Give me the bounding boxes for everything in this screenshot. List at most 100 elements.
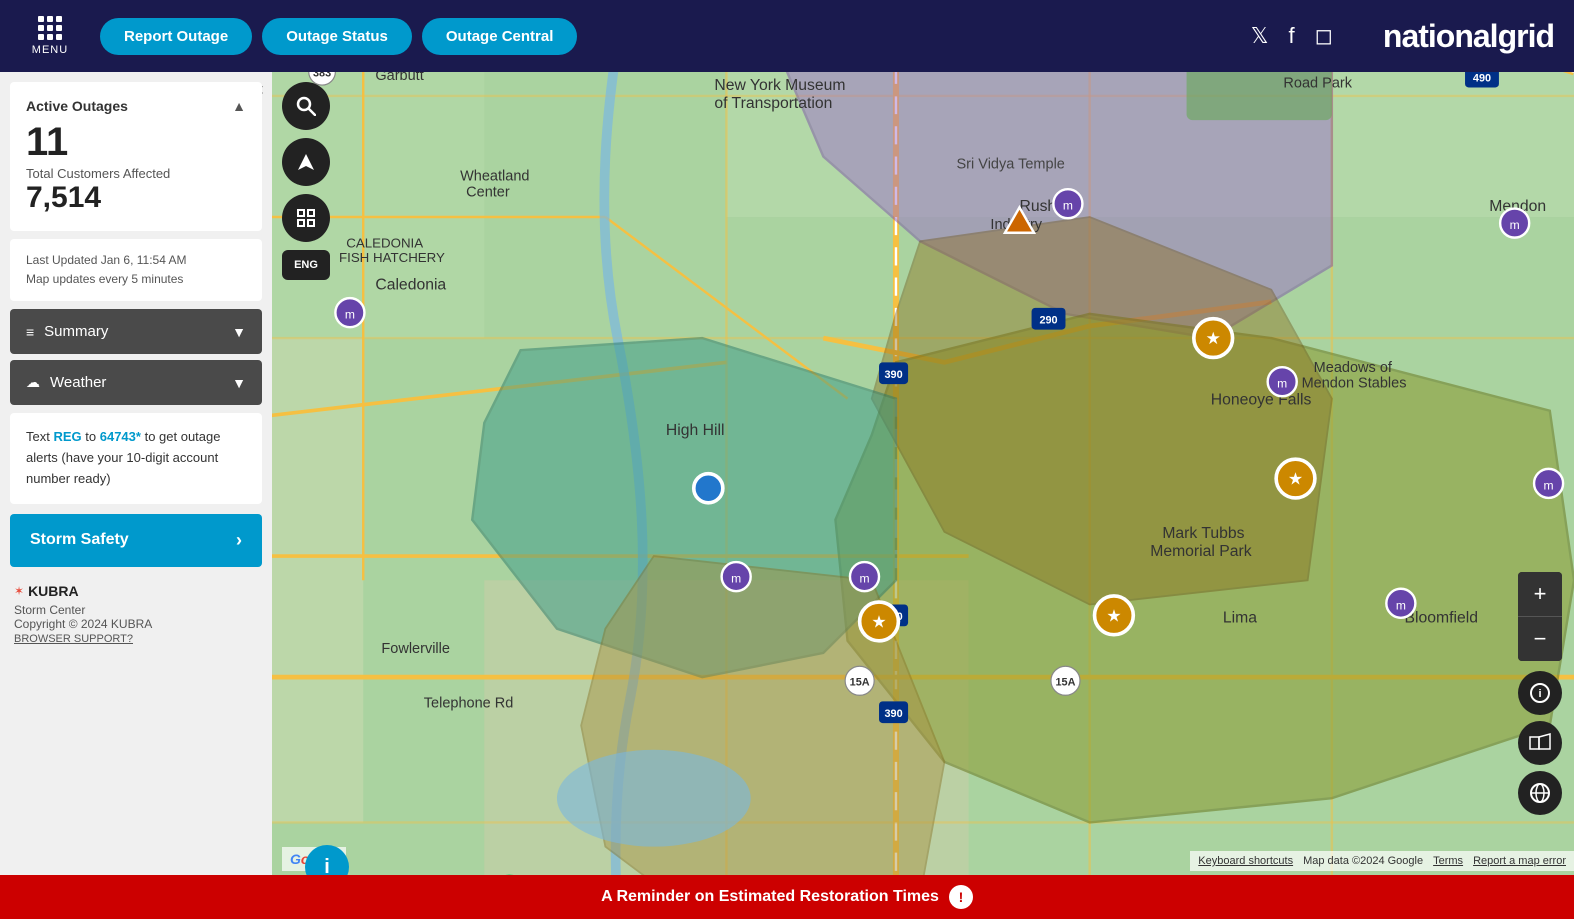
header-nav: Report Outage Outage Status Outage Centr… bbox=[100, 18, 577, 55]
storm-safety-chevron-icon: › bbox=[236, 530, 242, 551]
svg-text:390: 390 bbox=[884, 369, 902, 381]
map-controls-left: ENG bbox=[282, 82, 330, 280]
sms-keyword: REG bbox=[53, 429, 81, 444]
svg-text:i: i bbox=[1538, 688, 1541, 700]
outage-header: Active Outages ▲ bbox=[26, 98, 246, 114]
svg-text:Sri Vidya Temple: Sri Vidya Temple bbox=[957, 157, 1065, 173]
location-icon bbox=[296, 152, 316, 172]
svg-text:m: m bbox=[345, 308, 355, 322]
location-button[interactable] bbox=[282, 138, 330, 186]
sms-text-to: to bbox=[85, 429, 99, 444]
svg-text:m: m bbox=[1396, 598, 1406, 612]
active-outages-count: 11 bbox=[26, 122, 246, 162]
svg-text:New York Museum: New York Museum bbox=[714, 77, 845, 94]
svg-text:Road Park: Road Park bbox=[1283, 75, 1352, 91]
svg-text:m: m bbox=[731, 572, 741, 586]
banner-text: A Reminder on Estimated Restoration Time… bbox=[601, 888, 939, 906]
banner-alert-icon: ! bbox=[949, 885, 973, 909]
weather-chevron-icon: ▼ bbox=[232, 375, 246, 391]
update-info-card: Last Updated Jan 6, 11:54 AM Map updates… bbox=[10, 239, 262, 301]
svg-text:490: 490 bbox=[1473, 72, 1491, 84]
sms-text-before: Text bbox=[26, 429, 53, 444]
search-button[interactable] bbox=[282, 82, 330, 130]
svg-text:Honeoye Falls: Honeoye Falls bbox=[1211, 392, 1312, 409]
svg-text:of Transportation: of Transportation bbox=[714, 95, 832, 112]
svg-text:Fowlerville: Fowlerville bbox=[381, 641, 450, 657]
svg-text:FISH HATCHERY: FISH HATCHERY bbox=[339, 250, 445, 265]
summary-icon: ≡ bbox=[26, 324, 34, 340]
svg-text:Mark Tubbs: Mark Tubbs bbox=[1162, 525, 1244, 542]
terms-link[interactable]: Terms bbox=[1433, 855, 1463, 867]
outage-summary-card: Active Outages ▲ 11 Total Customers Affe… bbox=[10, 82, 262, 231]
svg-text:Mendon Stables: Mendon Stables bbox=[1302, 376, 1407, 392]
collapse-icon[interactable]: ▲ bbox=[232, 98, 246, 114]
svg-text:★: ★ bbox=[1206, 329, 1221, 348]
summary-menu-item[interactable]: ≡ Summary ▼ bbox=[10, 309, 262, 354]
sms-number: 64743* bbox=[100, 429, 141, 444]
svg-text:m: m bbox=[1277, 377, 1287, 391]
weather-label: Weather bbox=[50, 374, 106, 391]
expand-button[interactable] bbox=[282, 194, 330, 242]
twitter-icon[interactable]: 𝕏 bbox=[1251, 23, 1269, 49]
svg-text:Center: Center bbox=[466, 184, 510, 200]
map-controls-right: + − i bbox=[1518, 572, 1562, 819]
expand-icon bbox=[296, 208, 316, 228]
storm-safety-label: Storm Safety bbox=[30, 531, 129, 549]
social-icons: 𝕏 f ◻ nationalgrid bbox=[1251, 18, 1554, 55]
facebook-icon[interactable]: f bbox=[1289, 23, 1295, 49]
total-customers-count: 7,514 bbox=[26, 181, 246, 215]
svg-text:Garbutt: Garbutt bbox=[375, 72, 423, 84]
zoom-in-button[interactable]: + bbox=[1518, 572, 1562, 616]
menu-grid-icon bbox=[38, 16, 62, 40]
svg-text:Caledonia: Caledonia bbox=[375, 277, 446, 294]
report-outage-button[interactable]: Report Outage bbox=[100, 18, 252, 55]
menu-section: ≡ Summary ▼ ☁ Weather ▼ bbox=[10, 309, 262, 405]
svg-text:15A: 15A bbox=[1056, 677, 1076, 689]
report-map-error-link[interactable]: Report a map error bbox=[1473, 855, 1566, 867]
total-customers-label: Total Customers Affected bbox=[26, 166, 246, 181]
header: MENU Report Outage Outage Status Outage … bbox=[0, 0, 1574, 72]
zoom-controls: + − bbox=[1518, 572, 1562, 661]
svg-text:m: m bbox=[1063, 199, 1073, 213]
menu-label: MENU bbox=[32, 44, 68, 56]
browser-support-link[interactable]: BROWSER SUPPORT? bbox=[14, 633, 258, 645]
globe-icon bbox=[1529, 782, 1551, 804]
menu-button[interactable]: MENU bbox=[20, 6, 80, 66]
language-button[interactable]: ENG bbox=[282, 250, 330, 280]
bottom-banner[interactable]: A Reminder on Estimated Restoration Time… bbox=[0, 875, 1574, 919]
svg-text:★: ★ bbox=[1106, 606, 1121, 625]
svg-text:Wheatland: Wheatland bbox=[460, 169, 529, 185]
svg-text:High Hill: High Hill bbox=[666, 422, 725, 439]
layer-button[interactable]: i bbox=[1518, 671, 1562, 715]
sms-alert-card: Text REG to 64743* to get outage alerts … bbox=[10, 413, 262, 503]
map-type-button[interactable] bbox=[1518, 721, 1562, 765]
kubra-logo: ✶ KUBRA bbox=[14, 583, 258, 599]
instagram-icon[interactable]: ◻ bbox=[1315, 23, 1333, 49]
svg-text:★: ★ bbox=[1288, 470, 1303, 489]
svg-text:m: m bbox=[1544, 478, 1554, 492]
weather-menu-item[interactable]: ☁ Weather ▼ bbox=[10, 360, 262, 405]
kubra-name: KUBRA bbox=[28, 583, 79, 599]
svg-text:Bloomfield: Bloomfield bbox=[1404, 610, 1477, 627]
zoom-out-button[interactable]: − bbox=[1518, 617, 1562, 661]
map-data-label: Map data ©2024 Google bbox=[1303, 855, 1423, 867]
svg-text:Meadows of: Meadows of bbox=[1314, 360, 1393, 376]
summary-label: Summary bbox=[44, 323, 108, 340]
kubra-star-icon: ✶ bbox=[14, 584, 24, 598]
storm-center-label: Storm Center bbox=[14, 603, 258, 617]
last-updated-text: Last Updated Jan 6, 11:54 AM bbox=[26, 251, 246, 270]
svg-text:Telephone Rd: Telephone Rd bbox=[424, 695, 514, 711]
svg-text:390: 390 bbox=[884, 708, 902, 720]
globe-button[interactable] bbox=[1518, 771, 1562, 815]
svg-text:CALEDONIA: CALEDONIA bbox=[346, 235, 423, 250]
kubra-section: ✶ KUBRA Storm Center Copyright © 2024 KU… bbox=[10, 583, 262, 645]
svg-text:Memorial Park: Memorial Park bbox=[1150, 543, 1252, 560]
svg-text:290: 290 bbox=[1039, 315, 1057, 327]
storm-safety-button[interactable]: Storm Safety › bbox=[10, 514, 262, 567]
keyboard-shortcuts-link[interactable]: Keyboard shortcuts bbox=[1198, 855, 1293, 867]
copyright-text: Copyright © 2024 KUBRA bbox=[14, 617, 258, 631]
map-type-icon bbox=[1529, 732, 1551, 754]
outage-status-button[interactable]: Outage Status bbox=[262, 18, 412, 55]
outage-central-button[interactable]: Outage Central bbox=[422, 18, 578, 55]
svg-text:Lima: Lima bbox=[1223, 610, 1257, 627]
